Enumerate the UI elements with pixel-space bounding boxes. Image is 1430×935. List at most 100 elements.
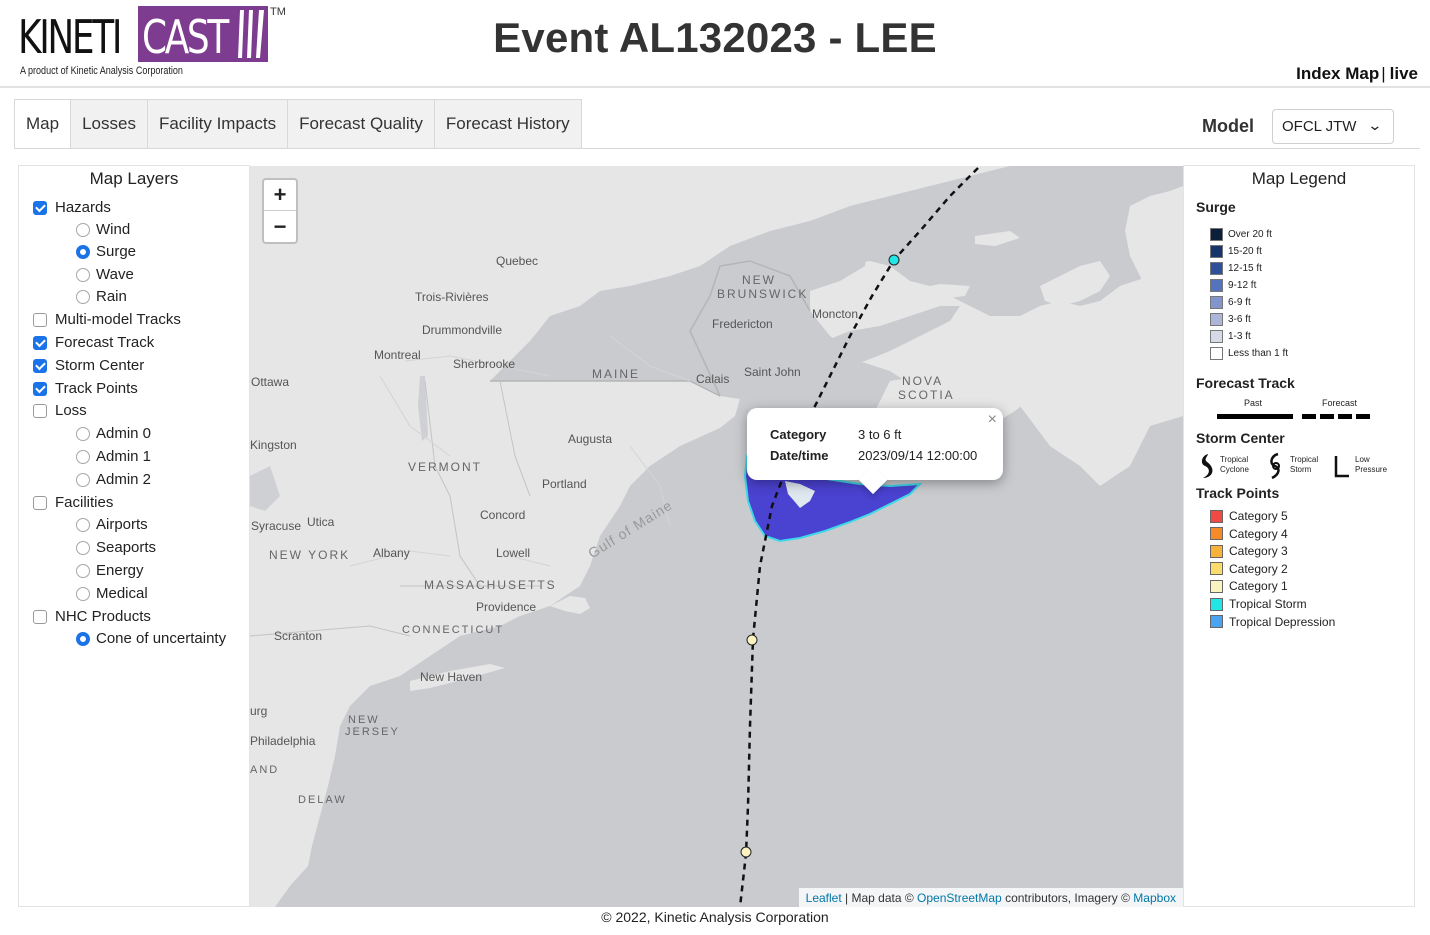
tropical-cyclone-icon — [1201, 454, 1213, 478]
tab-forecast-quality[interactable]: Forecast Quality — [288, 99, 435, 149]
tab-divider — [14, 148, 1420, 149]
low-pressure-label-1: Low — [1355, 455, 1370, 464]
map-canvas[interactable] — [250, 166, 1183, 907]
zoom-out-button[interactable]: − — [264, 211, 296, 242]
popup-close-button[interactable]: × — [988, 411, 997, 429]
layer-admin-1[interactable]: Admin 1 — [76, 448, 151, 465]
surge-legend-item: Less than 1 ft — [1210, 347, 1288, 360]
layer-energy[interactable]: Energy — [76, 562, 144, 579]
surge-legend-item: Over 20 ft — [1210, 228, 1272, 241]
surge-legend-item: 1-3 ft — [1210, 330, 1251, 343]
layer-admin-2[interactable]: Admin 2 — [76, 471, 151, 488]
map-label-ottawa: Ottawa — [251, 375, 290, 389]
medical-radio[interactable] — [76, 586, 90, 601]
loss-checkbox[interactable] — [33, 403, 47, 418]
link-separator: | — [1381, 64, 1386, 83]
admin-2-radio[interactable] — [76, 472, 90, 487]
surge-legend-label: Over 20 ft — [1228, 229, 1272, 240]
track-point-category-1 — [740, 846, 752, 858]
layer-nhc-products[interactable]: NHC Products — [33, 608, 151, 625]
layer-multi-model-tracks[interactable]: Multi-model Tracks — [33, 311, 181, 328]
map-label-delaware: DELAW — [298, 794, 347, 806]
map-label-moncton: Moncton — [812, 307, 859, 321]
live-link[interactable]: live — [1390, 64, 1418, 83]
layer-label: Medical — [96, 585, 148, 602]
tropical-storm-label-1: Tropical — [1290, 455, 1319, 464]
map-label-nova-scotia-2: SCOTIA — [898, 388, 955, 402]
map-label-philadelphia: Philadelphia — [250, 734, 316, 748]
surge-legend-item: 15-20 ft — [1210, 245, 1262, 258]
layer-loss[interactable]: Loss — [33, 402, 87, 419]
hazards-checkbox[interactable] — [33, 200, 47, 215]
layer-track-points[interactable]: Track Points — [33, 380, 138, 397]
layer-cone-of-uncertainty[interactable]: Cone of uncertainty — [76, 630, 226, 647]
map-label-connecticut: CONNECTICUT — [402, 624, 505, 636]
tropical-storm-label-2: Storm — [1290, 465, 1312, 474]
forecast-track-checkbox[interactable] — [33, 335, 47, 350]
seaports-radio[interactable] — [76, 540, 90, 555]
map-view[interactable]: Quebec Trois-Rivières Drummondville Mont… — [250, 166, 1183, 907]
layer-rain[interactable]: Rain — [76, 288, 127, 305]
map-label-saint-john: Saint John — [744, 365, 801, 379]
track-point-legend-label: Category 2 — [1229, 561, 1288, 576]
layer-label: Rain — [96, 288, 127, 305]
admin-0-radio[interactable] — [76, 426, 90, 441]
wave-radio[interactable] — [76, 267, 90, 282]
surge-legend-item: 6-9 ft — [1210, 296, 1251, 309]
surge-color-swatch — [1210, 313, 1223, 326]
chevron-down-icon: ⌄ — [1367, 117, 1383, 133]
layer-label: NHC Products — [55, 608, 151, 625]
wind-radio[interactable] — [76, 222, 90, 237]
legend-surge-title: Surge — [1196, 199, 1236, 215]
layer-admin-0[interactable]: Admin 0 — [76, 425, 151, 442]
map-label-maine: MAINE — [592, 367, 641, 381]
layer-surge[interactable]: Surge — [76, 243, 136, 260]
layer-forecast-track[interactable]: Forecast Track — [33, 334, 154, 351]
track-point-category-1 — [746, 634, 758, 646]
surge-radio[interactable] — [76, 244, 90, 259]
layer-wind[interactable]: Wind — [76, 221, 130, 238]
layer-seaports[interactable]: Seaports — [76, 539, 156, 556]
layer-storm-center[interactable]: Storm Center — [33, 357, 144, 374]
model-select[interactable]: OFCL JTW ⌄ — [1272, 109, 1394, 144]
rain-radio[interactable] — [76, 289, 90, 304]
multi-model-tracks-checkbox[interactable] — [33, 312, 47, 327]
tab-forecast-history[interactable]: Forecast History — [434, 99, 582, 149]
map-label-new-brunswick-2: BRUNSWICK — [717, 287, 809, 301]
zoom-in-button[interactable]: + — [264, 180, 296, 211]
layer-wave[interactable]: Wave — [76, 266, 134, 283]
nhc-products-checkbox[interactable] — [33, 609, 47, 624]
track-point-legend-item: Category 3 — [1210, 544, 1288, 558]
layer-label: Wind — [96, 221, 131, 238]
track-point-color-swatch — [1210, 509, 1223, 523]
admin-1-radio[interactable] — [76, 449, 90, 464]
layer-medical[interactable]: Medical — [76, 585, 148, 602]
track-point-legend-item: Tropical Depression — [1210, 615, 1335, 629]
legend-track-points-title: Track Points — [1196, 485, 1280, 501]
layer-label: Cone of uncertainty — [96, 630, 227, 647]
tab-losses[interactable]: Losses — [71, 99, 148, 149]
track-points-checkbox[interactable] — [33, 381, 47, 396]
mapbox-link[interactable]: Mapbox — [1133, 891, 1176, 905]
layer-hazards[interactable]: Hazards — [33, 199, 111, 216]
layer-facilities[interactable]: Facilities — [33, 494, 113, 511]
attribution-text-2: contributors, Imagery © — [1001, 890, 1134, 905]
legend-forecast-track-title: Forecast Track — [1196, 375, 1295, 391]
openstreetmap-link[interactable]: OpenStreetMap — [917, 891, 1002, 905]
cone-radio[interactable] — [76, 631, 90, 646]
index-map-link[interactable]: Index Map — [1296, 64, 1379, 83]
layer-label: Energy — [96, 562, 144, 579]
airports-radio[interactable] — [76, 517, 90, 532]
track-point-legend-item: Category 2 — [1210, 562, 1288, 576]
popup-datetime-row: Date/time 2023/09/14 12:00:00 — [770, 448, 977, 463]
tab-map[interactable]: Map — [14, 99, 72, 149]
storm-center-checkbox[interactable] — [33, 358, 47, 373]
header-divider — [0, 86, 1430, 88]
tab-facility-impacts[interactable]: Facility Impacts — [147, 99, 289, 149]
leaflet-link[interactable]: Leaflet — [806, 891, 842, 905]
layer-label: Wave — [96, 266, 134, 283]
energy-radio[interactable] — [76, 563, 90, 578]
map-layers-title: Map Layers — [89, 169, 179, 188]
facilities-checkbox[interactable] — [33, 495, 47, 510]
layer-airports[interactable]: Airports — [76, 516, 148, 533]
